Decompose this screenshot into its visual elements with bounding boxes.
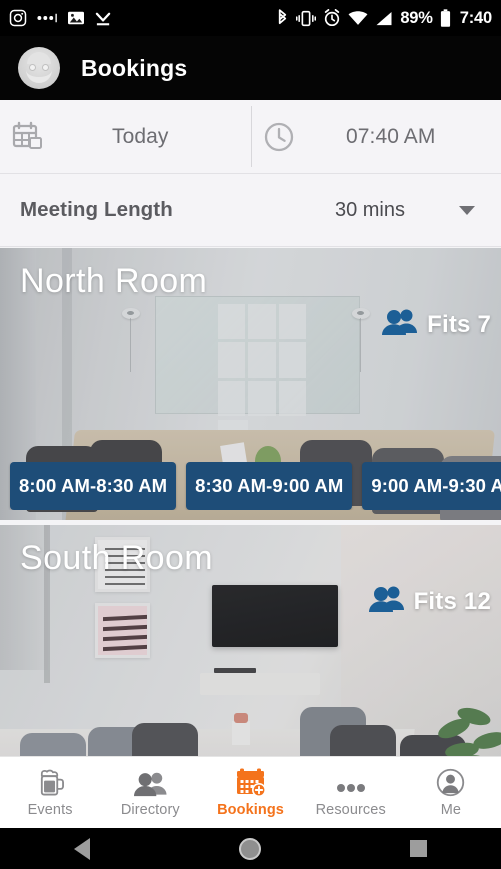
avatar[interactable] — [18, 47, 60, 89]
people-icon — [382, 308, 418, 341]
calendar-icon — [0, 121, 56, 153]
room-name-south: South Room — [20, 539, 213, 577]
time-slot[interactable]: 8:30 AM-9:00 AM — [186, 462, 353, 510]
beer-mug-icon — [36, 768, 65, 797]
room-name-north: North Room — [20, 262, 208, 300]
nav-item-bookings[interactable]: Bookings — [200, 768, 300, 818]
page-title: Bookings — [81, 54, 188, 81]
meeting-length-row[interactable]: Meeting Length 30 mins — [0, 174, 501, 247]
room-capacity-south: Fits 12 — [368, 585, 491, 618]
photo-icon — [67, 10, 85, 26]
time-slot[interactable]: 9:00 AM-9:30 AM — [362, 462, 501, 510]
time-picker-label: 07:40 AM — [345, 124, 436, 148]
alarm-icon — [323, 9, 341, 27]
instagram-icon — [9, 9, 27, 27]
wifi-icon — [348, 10, 368, 26]
time-slot[interactable]: 8:00 AM-8:30 AM — [10, 462, 177, 510]
nav-label-resources: Resources — [315, 801, 386, 818]
time-picker[interactable]: 07:40 AM — [250, 100, 501, 173]
phone-screen: 89% 7:40 Bookings Today 07:40 AM Meeting… — [0, 0, 501, 869]
room-capacity-north: Fits 7 — [382, 308, 491, 341]
clock-icon — [251, 121, 307, 153]
recents-square-icon[interactable] — [409, 840, 427, 857]
vibrate-icon — [296, 10, 317, 27]
app-bar: Bookings — [0, 36, 501, 100]
back-triangle-icon[interactable] — [74, 837, 91, 860]
date-time-picker-row: Today 07:40 AM — [0, 100, 501, 174]
meeting-length-label: Meeting Length — [20, 198, 173, 221]
status-bar-right-icons: 89% 7:40 — [276, 9, 492, 28]
nav-item-resources[interactable]: Resources — [301, 768, 401, 818]
nav-label-me: Me — [440, 801, 462, 818]
status-bar-left-icons — [9, 9, 113, 27]
nav-label-directory: Directory — [120, 801, 180, 818]
calendar-add-icon — [235, 768, 267, 797]
signal-icon — [375, 11, 393, 26]
nav-item-directory[interactable]: Directory — [100, 768, 200, 818]
android-navigation-bar — [0, 828, 501, 869]
room-capacity-label-north: Fits 7 — [427, 310, 491, 338]
battery-icon — [440, 8, 451, 28]
download-check-icon — [94, 10, 113, 27]
nav-label-bookings: Bookings — [217, 801, 284, 818]
more-dots-icon — [36, 11, 58, 25]
date-picker[interactable]: Today — [0, 100, 251, 173]
bottom-navigation: Events Directory Bookings Resources Me — [0, 756, 501, 828]
battery-percent-label: 89% — [400, 8, 433, 27]
time-slot-list-north[interactable]: 8:00 AM-8:30 AM 8:30 AM-9:00 AM 9:00 AM-… — [0, 462, 501, 510]
meeting-length-value: 30 mins — [334, 198, 405, 221]
people-icon — [133, 768, 167, 797]
chevron-down-icon[interactable] — [459, 205, 475, 215]
person-circle-icon — [436, 768, 465, 797]
more-dots-icon — [335, 768, 367, 797]
room-capacity-label-south: Fits 12 — [413, 587, 491, 615]
status-bar-clock: 7:40 — [459, 8, 492, 27]
nav-item-events[interactable]: Events — [0, 768, 100, 818]
nav-label-events: Events — [27, 801, 73, 818]
date-picker-label: Today — [111, 124, 169, 148]
bluetooth-icon — [276, 8, 289, 28]
nav-item-me[interactable]: Me — [401, 768, 501, 818]
people-icon — [368, 585, 405, 618]
status-bar: 89% 7:40 — [0, 0, 501, 36]
room-card-north[interactable]: North Room Fits 7 8:00 AM-8:30 AM 8:30 A… — [0, 248, 501, 520]
home-circle-icon[interactable] — [238, 837, 261, 860]
